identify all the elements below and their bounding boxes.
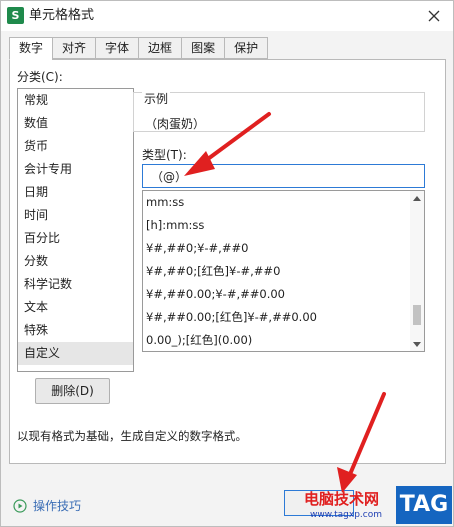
tips-link[interactable]: 操作技巧 bbox=[13, 497, 81, 514]
chevron-up-icon bbox=[413, 195, 421, 201]
sample-label: 示例 bbox=[142, 90, 171, 107]
tab-number[interactable]: 数字 bbox=[9, 37, 53, 60]
watermark-logo: 电脑技术网 www.tagxp.com TAG bbox=[304, 486, 452, 526]
format-item[interactable]: mm:ss bbox=[143, 191, 424, 214]
format-description: 以现有格式为基础，生成自定义的数字格式。 bbox=[17, 429, 247, 443]
format-code-list[interactable]: mm:ss [h]:mm:ss ¥#,##0;¥-#,##0 ¥#,##0;[红… bbox=[142, 190, 425, 352]
category-item-percentage[interactable]: 百分比 bbox=[18, 227, 133, 250]
category-item-general[interactable]: 常规 bbox=[18, 89, 133, 112]
tab-border[interactable]: 边框 bbox=[138, 37, 182, 59]
tab-alignment[interactable]: 对齐 bbox=[52, 37, 96, 59]
format-item[interactable]: ¥#,##0;[红色]¥-#,##0 bbox=[143, 260, 424, 283]
tab-font[interactable]: 字体 bbox=[95, 37, 139, 59]
chevron-down-icon bbox=[413, 341, 421, 347]
category-item-scientific[interactable]: 科学记数 bbox=[18, 273, 133, 296]
watermark-url: www.tagxp.com bbox=[310, 510, 382, 520]
dialog-title: 单元格格式 bbox=[29, 8, 95, 23]
tips-label: 操作技巧 bbox=[33, 499, 82, 513]
play-circle-icon bbox=[13, 498, 27, 513]
format-list-scrollbar[interactable] bbox=[410, 191, 424, 351]
category-label: 分类(C): bbox=[17, 70, 63, 84]
category-item-date[interactable]: 日期 bbox=[18, 181, 133, 204]
tab-protection[interactable]: 保护 bbox=[224, 37, 269, 59]
category-item-number[interactable]: 数值 bbox=[18, 112, 133, 135]
type-label: 类型(T): bbox=[142, 148, 187, 162]
category-item-time[interactable]: 时间 bbox=[18, 204, 133, 227]
category-item-special[interactable]: 特殊 bbox=[18, 319, 133, 342]
sample-value: （肉蛋奶） bbox=[145, 117, 206, 131]
app-icon: S bbox=[7, 7, 24, 24]
scroll-up-button[interactable] bbox=[410, 191, 424, 205]
close-icon bbox=[428, 10, 440, 22]
scroll-down-button[interactable] bbox=[410, 337, 424, 351]
type-input[interactable] bbox=[142, 164, 425, 188]
category-item-accounting[interactable]: 会计专用 bbox=[18, 158, 133, 181]
format-item[interactable]: 0.00_);[红色](0.00) bbox=[143, 329, 424, 351]
category-item-custom[interactable]: 自定义 bbox=[18, 342, 133, 365]
format-item[interactable]: [h]:mm:ss bbox=[143, 214, 424, 237]
number-tab-panel: 分类(C): 常规 数值 货币 会计专用 日期 时间 百分比 分数 科学记数 文… bbox=[9, 59, 446, 464]
tab-pattern[interactable]: 图案 bbox=[181, 37, 225, 59]
title-bar: S 单元格格式 bbox=[1, 1, 453, 31]
watermark-text: 电脑技术网 bbox=[304, 490, 380, 508]
delete-button[interactable]: 删除(D) bbox=[35, 378, 110, 404]
format-item[interactable]: ¥#,##0;¥-#,##0 bbox=[143, 237, 424, 260]
category-list[interactable]: 常规 数值 货币 会计专用 日期 时间 百分比 分数 科学记数 文本 特殊 自定… bbox=[17, 88, 134, 372]
category-item-text[interactable]: 文本 bbox=[18, 296, 133, 319]
format-item[interactable]: ¥#,##0.00;[红色]¥-#,##0.00 bbox=[143, 306, 424, 329]
category-item-currency[interactable]: 货币 bbox=[18, 135, 133, 158]
category-item-fraction[interactable]: 分数 bbox=[18, 250, 133, 273]
watermark-tag: TAG bbox=[396, 486, 452, 524]
format-item[interactable]: ¥#,##0.00;¥-#,##0.00 bbox=[143, 283, 424, 306]
close-button[interactable] bbox=[421, 3, 447, 29]
format-cells-dialog: S 单元格格式 数字 对齐 字体 边框 图案 保护 分类(C): 常规 数值 货… bbox=[0, 0, 454, 527]
tab-bar: 数字 对齐 字体 边框 图案 保护 bbox=[9, 37, 269, 60]
scroll-thumb[interactable] bbox=[413, 305, 421, 325]
